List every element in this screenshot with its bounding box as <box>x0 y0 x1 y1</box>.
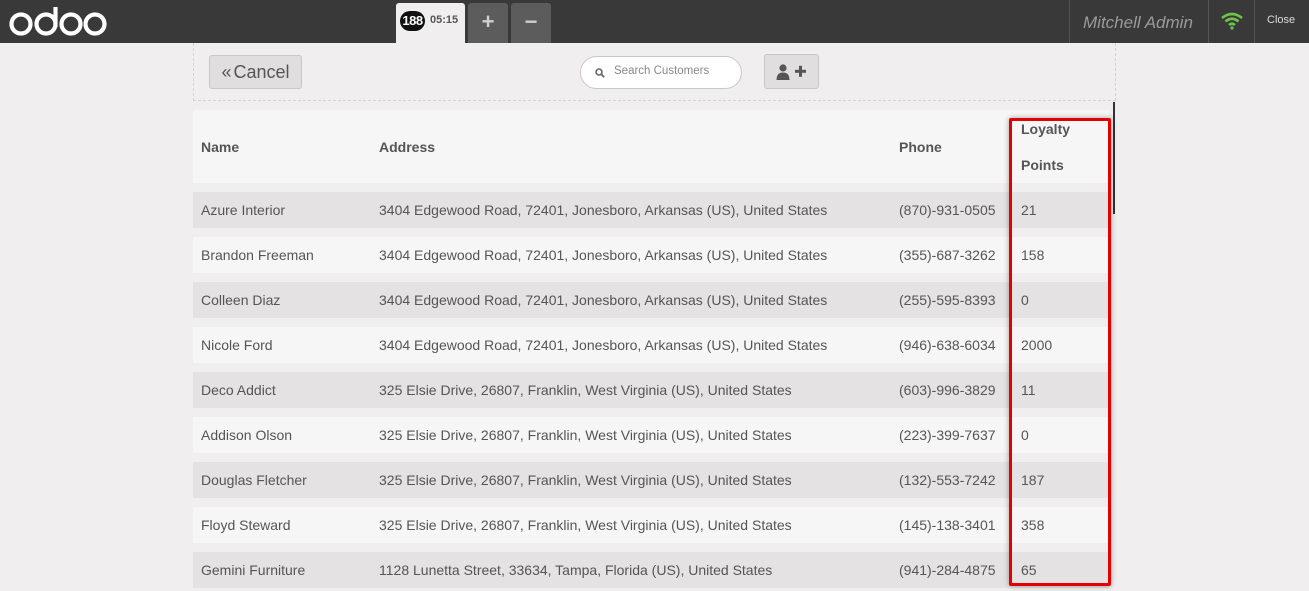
customer-address-cell: 1128 Lunetta Street, 33634, Tampa, Flori… <box>371 552 891 588</box>
customer-loyalty-points-cell: 358 <box>1013 507 1109 543</box>
top-bar: 188 05:15 + − Mitchell Admin Close <box>0 0 1309 43</box>
customer-phone-cell: (223)-399-7637 <box>891 417 1013 453</box>
customer-name-cell: Nicole Ford <box>193 327 371 363</box>
table-spacer <box>193 183 1109 192</box>
customer-phone-cell: (355)-687-3262 <box>891 237 1013 273</box>
table-row[interactable]: Douglas Fletcher 325 Elsie Drive, 26807, … <box>193 462 1109 498</box>
header-divider <box>1254 0 1255 43</box>
loyalty-header-line2: Points <box>1021 156 1064 173</box>
customer-loyalty-points-cell: 158 <box>1013 237 1109 273</box>
customer-address-cell: 3404 Edgewood Road, 72401, Jonesboro, Ar… <box>371 327 891 363</box>
cancel-button[interactable]: «Cancel <box>209 55 302 89</box>
new-customer-button[interactable] <box>764 54 819 89</box>
table-row[interactable]: Brandon Freeman 3404 Edgewood Road, 72401… <box>193 237 1109 273</box>
customer-name-cell: Brandon Freeman <box>193 237 371 273</box>
customer-address-cell: 325 Elsie Drive, 26807, Franklin, West V… <box>371 507 891 543</box>
table-row[interactable]: Floyd Steward 325 Elsie Drive, 26807, Fra… <box>193 507 1109 543</box>
table-row[interactable]: Colleen Diaz 3404 Edgewood Road, 72401, J… <box>193 282 1109 318</box>
row-gap <box>193 498 1109 507</box>
customer-address-cell: 3404 Edgewood Road, 72401, Jonesboro, Ar… <box>371 282 891 318</box>
column-header-loyalty-points: Loyalty Points <box>1013 110 1109 183</box>
search-customers-input[interactable] <box>614 65 734 77</box>
cancel-label: Cancel <box>233 62 290 82</box>
screen-toolbar: «Cancel <box>193 43 1116 101</box>
table-row[interactable]: Azure Interior 3404 Edgewood Road, 72401,… <box>193 192 1109 228</box>
customer-address-cell: 325 Elsie Drive, 26807, Franklin, West V… <box>371 372 891 408</box>
customer-phone-cell: (941)-284-4875 <box>891 552 1013 588</box>
customer-phone-cell: (132)-553-7242 <box>891 462 1013 498</box>
customer-name-cell: Floyd Steward <box>193 507 371 543</box>
remove-order-button[interactable]: − <box>511 3 551 43</box>
customer-address-cell: 325 Elsie Drive, 26807, Franklin, West V… <box>371 462 891 498</box>
customer-table: Name Address Phone Loyalty Points Azure I… <box>193 110 1109 588</box>
loyalty-header-line1: Loyalty <box>1021 120 1071 137</box>
customer-loyalty-points-cell: 187 <box>1013 462 1109 498</box>
customer-name-cell: Gemini Furniture <box>193 552 371 588</box>
customer-address-cell: 3404 Edgewood Road, 72401, Jonesboro, Ar… <box>371 192 891 228</box>
customer-address-cell: 3404 Edgewood Road, 72401, Jonesboro, Ar… <box>371 237 891 273</box>
customer-loyalty-points-cell: 0 <box>1013 282 1109 318</box>
customer-loyalty-points-cell: 0 <box>1013 417 1109 453</box>
row-gap <box>193 363 1109 372</box>
customer-phone-cell: (255)-595-8393 <box>891 282 1013 318</box>
customer-loyalty-points-cell: 2000 <box>1013 327 1109 363</box>
add-order-button[interactable]: + <box>468 3 508 43</box>
header-divider <box>1069 0 1070 43</box>
wifi-icon <box>1221 12 1243 30</box>
odoo-logo <box>9 7 107 36</box>
customer-address-cell: 325 Elsie Drive, 26807, Franklin, West V… <box>371 417 891 453</box>
customer-list-screen: «Cancel Search Customers Name Address Ph… <box>193 43 1116 591</box>
close-button[interactable]: Close <box>1267 14 1295 26</box>
table-row[interactable]: Nicole Ford 3404 Edgewood Road, 72401, Jo… <box>193 327 1109 363</box>
search-icon <box>595 68 605 78</box>
customer-loyalty-points-cell: 65 <box>1013 552 1109 588</box>
order-number-badge: 188 <box>400 11 425 31</box>
customer-phone-cell: (870)-931-0505 <box>891 192 1013 228</box>
customer-name-cell: Colleen Diaz <box>193 282 371 318</box>
search-box[interactable] <box>580 56 742 89</box>
customer-table-wrapper: Name Address Phone Loyalty Points Azure I… <box>193 110 1116 591</box>
customer-loyalty-points-cell: 21 <box>1013 192 1109 228</box>
row-gap <box>193 318 1109 327</box>
customer-name-cell: Addison Olson <box>193 417 371 453</box>
customer-name-cell: Douglas Fletcher <box>193 462 371 498</box>
column-header-phone: Phone <box>891 110 1013 183</box>
row-gap <box>193 543 1109 552</box>
customer-name-cell: Deco Addict <box>193 372 371 408</box>
row-gap <box>193 453 1109 462</box>
column-header-address: Address <box>371 110 891 183</box>
header-divider <box>1208 0 1209 43</box>
customer-name-cell: Azure Interior <box>193 192 371 228</box>
customer-phone-cell: (946)-638-6034 <box>891 327 1013 363</box>
row-gap <box>193 228 1109 237</box>
user-plus-icon <box>776 64 806 80</box>
table-row[interactable]: Addison Olson 325 Elsie Drive, 26807, Fra… <box>193 417 1109 453</box>
order-time: 05:15 <box>430 14 459 26</box>
customer-phone-cell: (603)-996-3829 <box>891 372 1013 408</box>
order-tab[interactable]: 188 05:15 <box>396 3 465 43</box>
table-header-row: Name Address Phone Loyalty Points <box>193 110 1109 183</box>
user-name[interactable]: Mitchell Admin <box>1083 13 1193 33</box>
table-row[interactable]: Deco Addict 325 Elsie Drive, 26807, Frank… <box>193 372 1109 408</box>
row-gap <box>193 408 1109 417</box>
row-gap <box>193 273 1109 282</box>
column-header-name: Name <box>193 110 371 183</box>
customer-phone-cell: (145)-138-3401 <box>891 507 1013 543</box>
table-row[interactable]: Gemini Furniture 1128 Lunetta Street, 336… <box>193 552 1109 588</box>
double-chevron-left-icon: « <box>221 62 232 82</box>
customer-loyalty-points-cell: 11 <box>1013 372 1109 408</box>
